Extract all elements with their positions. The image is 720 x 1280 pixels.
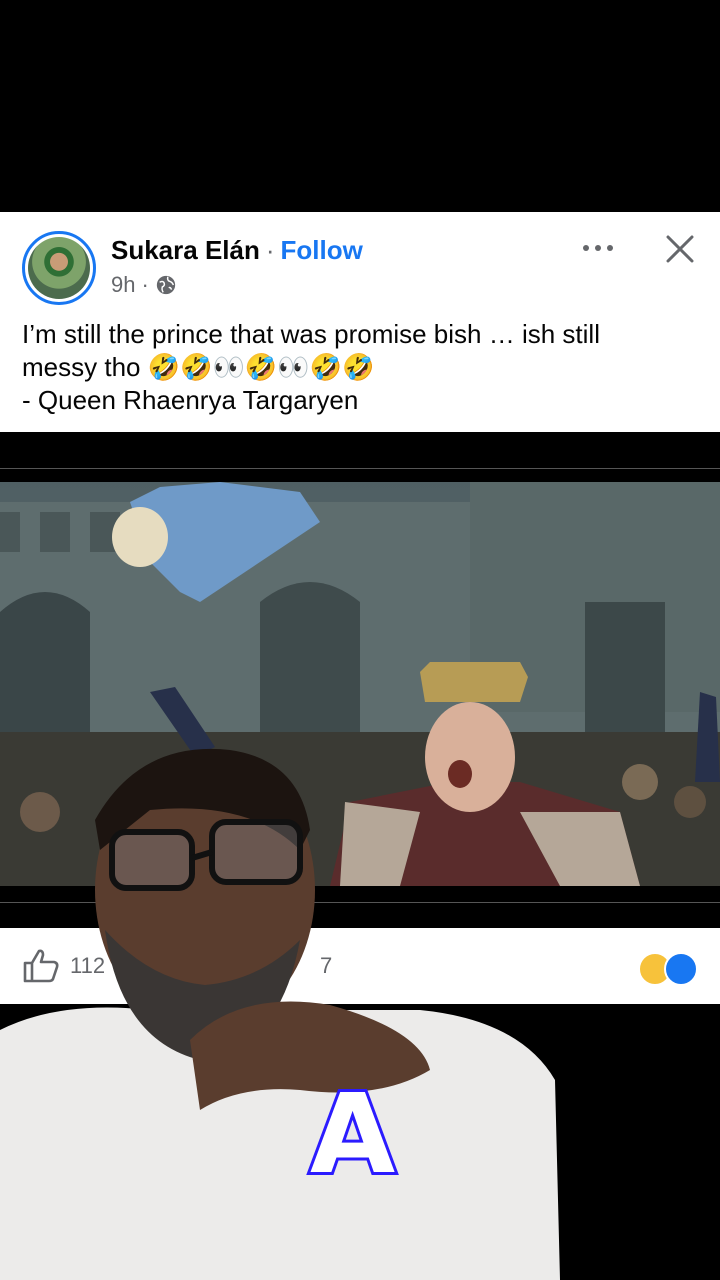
media-top-divider <box>0 468 720 469</box>
post-text-line-1: I’m still the prince that was promise bi… <box>22 319 600 349</box>
follow-button[interactable]: Follow <box>281 235 363 265</box>
post-text: I’m still the prince that was promise bi… <box>22 318 702 417</box>
globe-icon <box>156 275 175 295</box>
post-card: Sukara Elán · Follow 9h · I’m still the pr… <box>0 212 720 432</box>
name-separator: · <box>265 235 275 265</box>
reaction-summary[interactable] <box>638 952 698 986</box>
post-text-line-3: - Queen Rhaenrya Targaryen <box>22 385 359 415</box>
post-meta: 9h · <box>111 272 177 298</box>
author-name[interactable]: Sukara Elán <box>111 235 260 265</box>
like-reaction-icon <box>664 952 698 986</box>
post-time[interactable]: 9h <box>111 272 135 298</box>
meta-separator: · <box>141 272 149 297</box>
caption-letter: A <box>307 1067 398 1201</box>
more-dots-icon[interactable] <box>580 240 616 256</box>
avatar-image <box>28 237 90 299</box>
post-text-line-2: messy tho 🤣🤣👀🤣👀🤣🤣 <box>22 352 375 382</box>
author-row: Sukara Elán · Follow <box>111 235 363 266</box>
author-avatar[interactable] <box>22 231 96 305</box>
close-icon[interactable] <box>665 234 695 264</box>
creator-overlay <box>0 748 560 1280</box>
